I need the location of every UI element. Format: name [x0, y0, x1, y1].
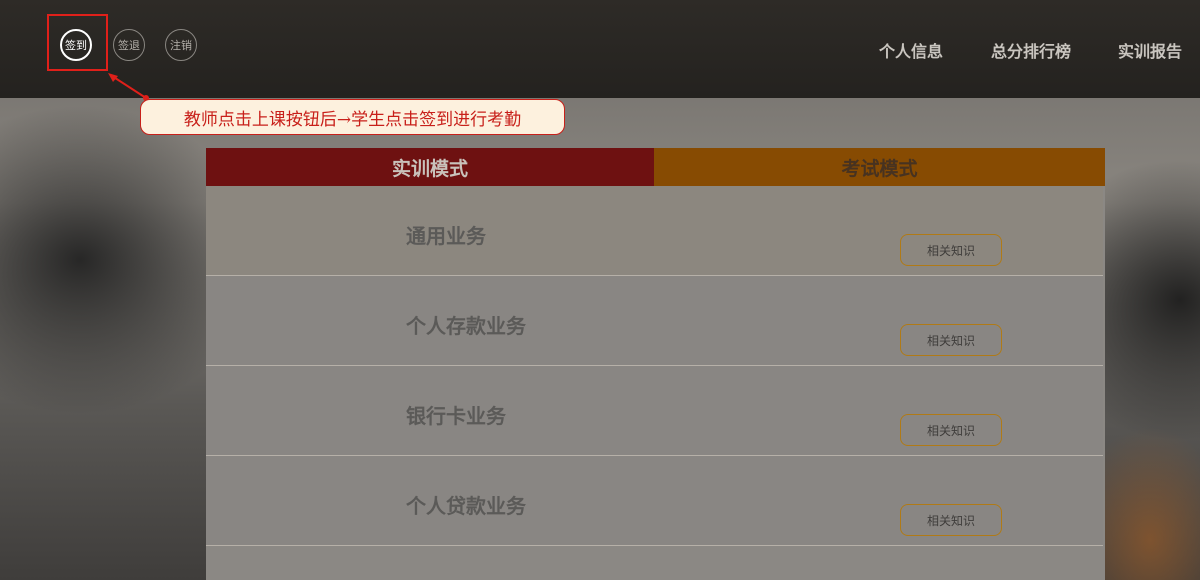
- business-title: 银行卡业务: [406, 404, 506, 428]
- list-item[interactable]: 银行卡业务 相关知识: [206, 366, 1103, 456]
- list-item[interactable]: 个人贷款业务 相关知识: [206, 456, 1103, 546]
- business-title: 个人贷款业务: [406, 494, 526, 518]
- nav-training-report[interactable]: 实训报告: [1118, 38, 1182, 62]
- tab-exam-mode[interactable]: 考试模式: [654, 148, 1105, 186]
- nav-personal-info[interactable]: 个人信息: [879, 38, 943, 62]
- related-knowledge-button[interactable]: 相关知识: [900, 504, 1002, 536]
- logout-button[interactable]: 注销: [165, 29, 197, 61]
- business-panel: 实训模式 考试模式 通用业务 相关知识 个人存款业务 相关知识 银行卡业务 相关…: [206, 148, 1105, 580]
- tab-training-mode[interactable]: 实训模式: [206, 148, 654, 186]
- list-item[interactable]: 通用业务 相关知识: [206, 186, 1103, 276]
- nav-score-ranking[interactable]: 总分排行榜: [991, 38, 1071, 62]
- related-knowledge-button[interactable]: 相关知识: [900, 414, 1002, 446]
- related-knowledge-button[interactable]: 相关知识: [900, 234, 1002, 266]
- business-title: 通用业务: [406, 224, 486, 248]
- sign-out-button[interactable]: 签退: [113, 29, 145, 61]
- related-knowledge-button[interactable]: 相关知识: [900, 324, 1002, 356]
- business-title: 个人存款业务: [406, 314, 526, 338]
- annotation-callout: 教师点击上课按钮后→学生点击签到进行考勤: [140, 99, 565, 135]
- sign-in-highlight-box: [47, 14, 108, 71]
- top-bar: 签到 签退 注销 个人信息 总分排行榜 实训报告: [0, 0, 1200, 98]
- list-item[interactable]: 个人存款业务 相关知识: [206, 276, 1103, 366]
